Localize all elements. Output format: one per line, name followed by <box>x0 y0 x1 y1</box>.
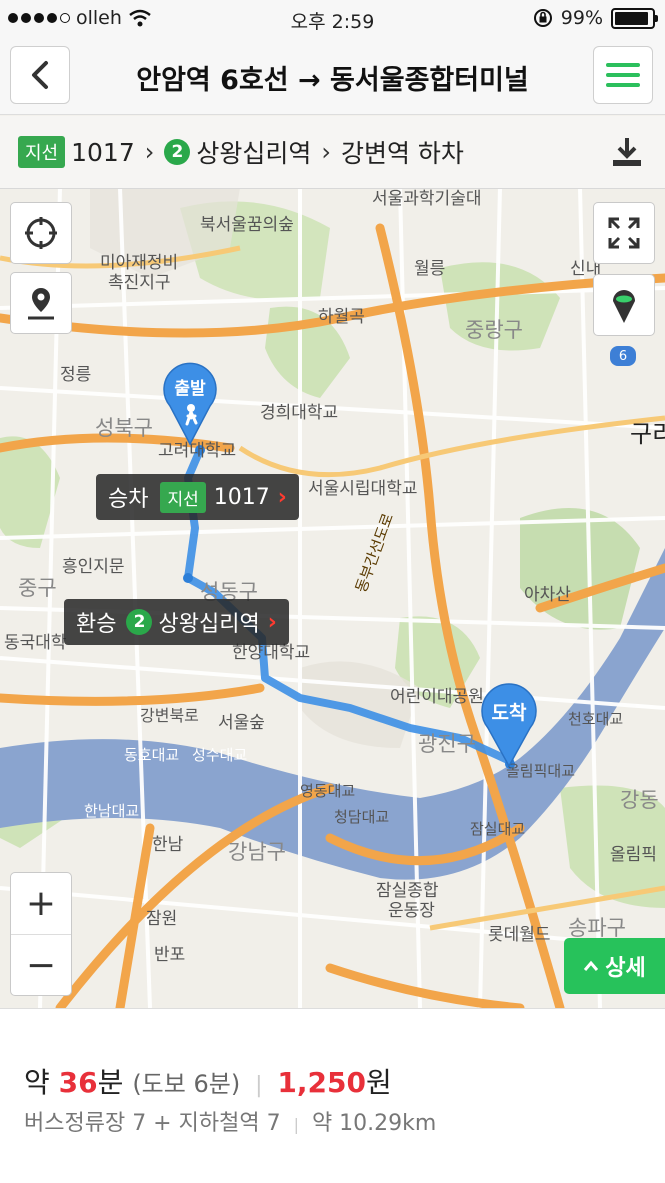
minute-unit: 분 <box>97 1066 124 1099</box>
route-summary-bar[interactable]: 지선 1017 › 2 상왕십리역 › 강변역 하차 <box>0 116 665 189</box>
bus-type-tag: 지선 <box>160 481 206 513</box>
location-pin-icon <box>28 288 54 320</box>
zoom-in-button[interactable]: + <box>11 873 71 935</box>
map-label: 북서울꿈의숲 <box>200 215 294 235</box>
map-label: 하월곡 <box>318 307 365 327</box>
map-label: 잠실대교 <box>470 820 526 838</box>
map-label: 동국대학 <box>4 633 67 653</box>
expand-icon <box>608 217 640 249</box>
map-label: 동호대교 <box>124 746 180 764</box>
map-label: 중랑구 <box>465 318 523 342</box>
divider: | <box>293 1115 299 1134</box>
stop-count: 버스정류장 7 + 지하철역 7 <box>24 1111 281 1136</box>
bus-number: 1017 <box>71 137 135 167</box>
fare: 1,250 <box>277 1066 366 1099</box>
detail-button[interactable]: 상세 <box>564 938 665 994</box>
subway-line-badge: 2 <box>164 139 191 165</box>
fare-unit: 원 <box>366 1066 392 1099</box>
map-label: 천호대교 <box>568 710 624 728</box>
dropoff-station: 강변역 하차 <box>340 139 464 168</box>
transfer-bubble[interactable]: 환승 2 상왕십리역 › <box>64 599 289 645</box>
stops-distance-line: 버스정류장 7 + 지하철역 7 | 약 10.29km <box>24 1105 436 1137</box>
map-label: 반포 <box>154 945 186 965</box>
end-pin-icon <box>481 683 537 768</box>
end-pin-label: 도착 <box>491 702 527 724</box>
battery-percent: 99% <box>560 7 603 29</box>
map-label: 어린이대공원 <box>390 687 484 707</box>
header: 안암역 6호선 → 동서울종합터미널 <box>0 38 665 115</box>
chevron-right-icon: › <box>277 484 287 510</box>
page-title: 안암역 6호선 → 동서울종합터미널 <box>136 65 529 96</box>
walk-time: (도보 6분) <box>132 1070 241 1098</box>
map-label: 경희대학교 <box>260 403 339 423</box>
menu-button[interactable] <box>593 46 653 104</box>
detail-label: 상세 <box>605 956 646 981</box>
start-pin-icon <box>163 362 217 446</box>
route-summary-panel[interactable]: 약 36분 (도보 6분) | 1,250원 버스정류장 7 + 지하철역 7 … <box>0 1008 665 1183</box>
subway-line-badge: 2 <box>126 609 153 635</box>
crosshair-icon <box>25 217 57 249</box>
map-label: 성수대교 <box>192 746 248 764</box>
map-label: 광진구 <box>418 732 476 756</box>
chevron-right-icon: › <box>267 609 277 635</box>
map-label: 강변북로 <box>140 706 199 725</box>
rotation-lock-icon <box>533 9 552 27</box>
total-minutes: 36 <box>58 1066 98 1099</box>
hamburger-menu-icon <box>606 63 640 87</box>
map-label: 서울과학기술대 <box>372 189 482 209</box>
map-label: 강남구 <box>228 840 286 864</box>
map-label: 영동대교 <box>300 782 356 800</box>
map-label: 정릉 <box>60 365 92 385</box>
board-bubble[interactable]: 승차 지선 1017 › <box>96 474 299 520</box>
map-view[interactable]: 북서울꿈의숲 미아재정비 촉진지구 정릉 성북구 고려대학교 경희대학교 서울시… <box>0 188 665 1008</box>
map-label: 성북구 <box>95 416 153 440</box>
map-label: 강동 <box>620 788 659 812</box>
chevron-up-icon <box>584 960 599 971</box>
current-location-button[interactable] <box>10 202 72 264</box>
download-icon[interactable] <box>611 136 643 168</box>
map-label: 구리 <box>630 420 665 448</box>
map-label: 서울숲 <box>218 713 265 733</box>
zoom-control: + − <box>10 872 72 996</box>
battery-icon <box>611 7 658 29</box>
map-label: 한남 <box>152 835 184 855</box>
map-label: 잠원 <box>146 909 178 929</box>
start-pin-label: 출발 <box>174 379 206 399</box>
map-label: 운동장 <box>388 901 435 921</box>
map-layer-button[interactable] <box>593 274 655 336</box>
map-label: 흥인지문 <box>62 557 125 577</box>
bus-number: 1017 <box>213 484 270 510</box>
map-label: 촉진지구 <box>108 273 171 293</box>
map-label: 한남대교 <box>84 802 140 820</box>
chevron-right-icon: › <box>144 138 155 166</box>
back-arrow-icon <box>32 61 48 89</box>
divider: | <box>255 1073 263 1098</box>
time-fare-line: 약 36분 (도보 6분) | 1,250원 <box>24 1061 392 1101</box>
marker-layer-icon <box>613 290 635 323</box>
map-label: 아차산 <box>524 585 571 605</box>
map-label: 서울시립대학교 <box>308 479 418 499</box>
back-button[interactable] <box>10 46 70 104</box>
approx-label: 약 <box>24 1066 50 1099</box>
transfer-station: 상왕십리역 <box>158 612 260 637</box>
route-shield: 6 <box>610 346 636 366</box>
transfer-label: 환승 <box>76 612 117 637</box>
board-label: 승차 <box>108 487 149 512</box>
distance: 약 10.29km <box>311 1111 437 1136</box>
status-bar: olleh 오후 2:59 99% <box>0 0 665 38</box>
map-label: 중구 <box>18 576 57 600</box>
pin-location-button[interactable] <box>10 272 72 334</box>
map-label: 청담대교 <box>334 808 390 826</box>
zoom-out-button[interactable]: − <box>11 935 71 995</box>
bus-type-tag: 지선 <box>18 136 66 168</box>
map-label: 올림픽 <box>610 845 657 865</box>
map-label: 월릉 <box>414 259 446 279</box>
fullscreen-button[interactable] <box>593 202 655 264</box>
transfer-station: 상왕십리역 <box>196 139 312 168</box>
map-label: 롯데월드 <box>488 925 551 945</box>
chevron-right-icon: › <box>321 138 331 166</box>
